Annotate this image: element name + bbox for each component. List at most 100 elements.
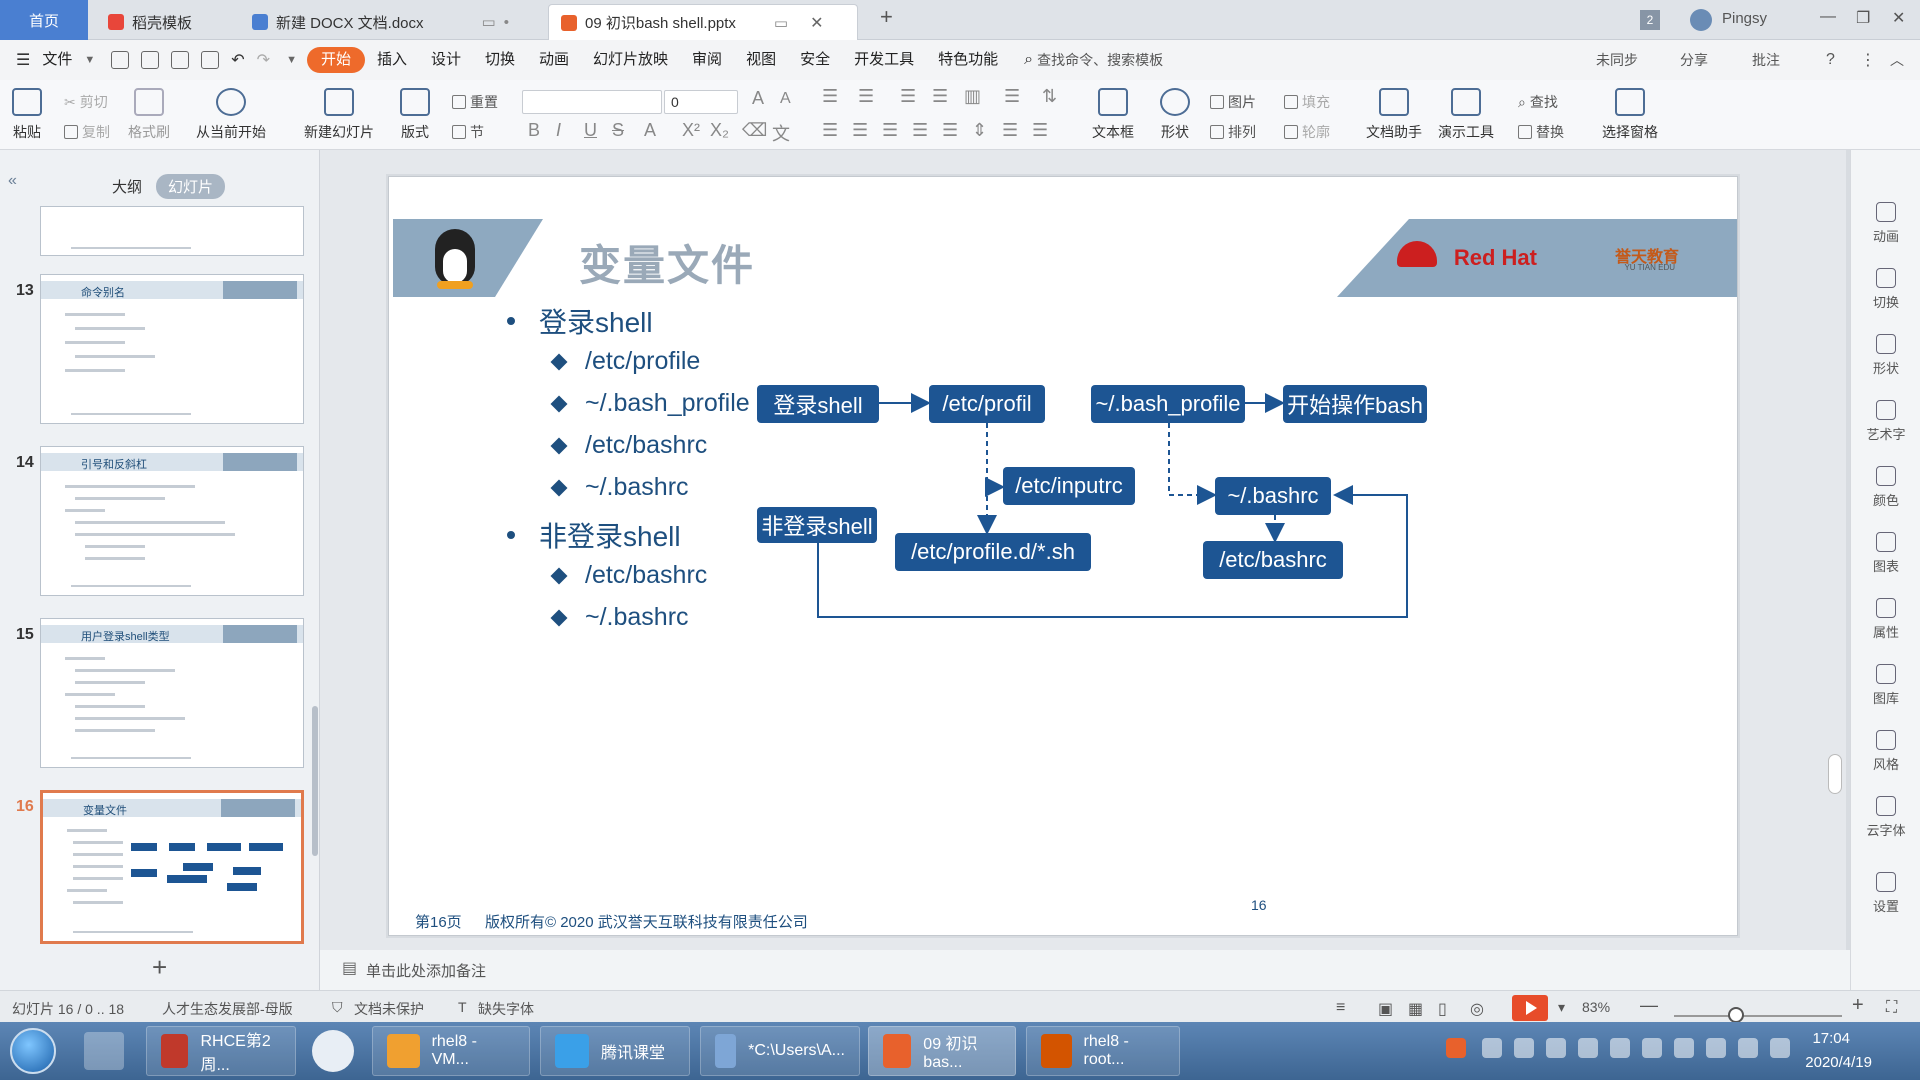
taskbar-item[interactable]: rhel8 - root... [1026,1026,1180,1076]
search-icon[interactable]: ⌕ [1024,51,1033,69]
slide-canvas[interactable]: 变量文件 Red Hat 誉天教育 YU TIAN EDU 登录shell /e… [388,176,1738,936]
zoom-out-icon[interactable]: — [1640,995,1658,1016]
section-button[interactable]: 节 [452,122,484,142]
copy-button[interactable]: 复制 [64,122,110,142]
window-icon[interactable]: ▭ [774,14,788,32]
close-icon[interactable]: ✕ [810,13,823,33]
align-center-icon[interactable]: ☰ [852,120,868,141]
help-icon[interactable]: ? [1826,51,1835,69]
tray-icon[interactable] [1610,1038,1630,1058]
notes-area[interactable]: ▤ 单击此处添加备注 [320,950,1850,990]
restore-icon[interactable]: ❐ [1856,8,1870,28]
subscript-icon[interactable]: X₂ [710,120,729,141]
numbering-icon[interactable]: ☰ [858,86,874,107]
menu-transition[interactable]: 切换 [473,47,527,73]
paste-button[interactable]: 粘贴 [12,88,42,142]
play-slideshow-button[interactable] [1512,995,1548,1021]
chevron-down-icon[interactable]: ▾ [1558,999,1565,1016]
collapse-panel-icon[interactable]: « [8,172,17,190]
share-button[interactable]: 分享 [1680,50,1708,70]
zoom-in-icon[interactable]: + [1852,994,1864,1017]
menu-home[interactable]: 开始 [306,47,365,73]
add-slide-button[interactable]: + [152,952,167,983]
volume-icon[interactable] [1738,1038,1758,1058]
menu-features[interactable]: 特色功能 [926,47,1010,73]
align-left-icon[interactable]: ☰ [822,120,838,141]
export-icon[interactable] [141,51,160,69]
tab-slides[interactable]: 幻灯片 [156,174,226,199]
redo-icon[interactable]: ↷ [257,50,270,70]
tray-icon[interactable] [1514,1038,1534,1058]
pane-color[interactable]: 颜色 [1851,466,1920,509]
slide-thumbnail[interactable]: 用户登录shell类型 [40,618,304,768]
missing-font[interactable]: 缺失字体 [478,999,534,1019]
network-icon[interactable] [1706,1038,1726,1058]
avatar[interactable] [1690,9,1712,31]
menu-review[interactable]: 审阅 [680,47,734,73]
pane-settings[interactable]: 设置 [1851,872,1920,915]
tray-icon[interactable] [1642,1038,1662,1058]
shape-button[interactable]: 形状 [1160,88,1190,142]
normal-view-icon[interactable]: ▣ [1378,999,1393,1019]
slide-thumbnail-selected[interactable]: 变量文件 [40,790,304,944]
menu-security[interactable]: 安全 [788,47,842,73]
template-name[interactable]: 人才生态发展部-母版 [162,999,293,1019]
pane-chart[interactable]: 图表 [1851,532,1920,575]
bullets-icon[interactable]: ☰ [822,86,838,107]
taskbar-item[interactable]: *C:\Users\A... [700,1026,860,1076]
start-button[interactable] [10,1028,56,1074]
undo-icon[interactable]: ↶ [231,50,244,70]
new-tab-icon[interactable]: + [880,4,893,30]
slide-thumbnail[interactable] [40,206,304,256]
arrange-button[interactable]: 排列 [1210,122,1256,142]
indent-icon[interactable]: ☰ [900,86,916,107]
zoom-slider-track[interactable] [1674,1015,1842,1017]
textbox-button[interactable]: 文本框 [1092,88,1134,142]
font-size-select[interactable]: 0 [664,90,738,114]
italic-icon[interactable]: I [556,120,561,141]
slide-thumbnail[interactable]: 命令别名 [40,274,304,424]
zoom-slider-handle[interactable] [1728,1007,1744,1023]
convert-icon[interactable]: ☰ [1032,120,1048,141]
fit-window-icon[interactable]: ⛶ [1886,999,1897,1017]
pane-cloud-font[interactable]: 云字体 [1851,796,1920,839]
line-spacing-icon[interactable]: ☰ [1004,86,1020,107]
taskbar-item-active[interactable]: 09 初识bas... [868,1026,1016,1076]
new-slide-button[interactable]: 新建幻灯片 [304,88,374,142]
slide-thumbnail[interactable]: 引号和反斜杠 [40,446,304,596]
justify-icon[interactable]: ☰ [912,120,928,141]
print-icon[interactable] [171,51,190,69]
shrink-font-icon[interactable]: A [780,90,791,108]
tab-pptx[interactable]: 09 初识bash shell.pptx ▭ ✕ [548,4,858,40]
save-icon[interactable] [111,51,130,69]
tray-icon[interactable] [1546,1038,1566,1058]
tab-docx[interactable]: 新建 DOCX 文档.docx ▭ • [240,4,521,40]
replace-button[interactable]: 替换 [1518,122,1564,142]
text-direction-icon[interactable]: ⇅ [1042,86,1057,107]
menu-developer[interactable]: 开发工具 [842,47,926,73]
paragraph-spacing-icon[interactable]: ☰ [1002,120,1018,141]
pane-transition[interactable]: 切换 [1851,268,1920,311]
pane-animation[interactable]: 动画 [1851,202,1920,245]
outline-button[interactable]: 轮廓 [1284,122,1330,142]
print-preview-icon[interactable] [201,51,220,69]
layout-button[interactable]: 版式 [400,88,430,142]
format-painter-button[interactable]: 格式刷 [128,88,170,142]
bold-icon[interactable]: B [528,120,540,141]
vertical-scrollbar[interactable] [1828,754,1842,794]
reset-button[interactable]: 重置 [452,92,498,112]
minimize-icon[interactable]: — [1820,8,1836,26]
comment-button[interactable]: 批注 [1752,50,1780,70]
columns-icon[interactable]: ▥ [964,86,981,107]
grow-font-icon[interactable]: A [752,88,764,109]
ime-icon[interactable] [1446,1038,1466,1058]
sync-status[interactable]: 未同步 [1596,50,1638,70]
hamburger-icon[interactable]: ☰ [16,50,30,70]
taskbar-item[interactable]: rhel8 - VM... [372,1026,530,1076]
tray-icon[interactable] [1482,1038,1502,1058]
font-color-icon[interactable]: A [644,120,656,141]
doc-protect-status[interactable]: 文档未保护 [354,999,424,1019]
tab-home[interactable]: 首页 [0,0,88,40]
menu-insert[interactable]: 插入 [365,47,419,73]
clock-time[interactable]: 17:04 [1812,1030,1850,1047]
